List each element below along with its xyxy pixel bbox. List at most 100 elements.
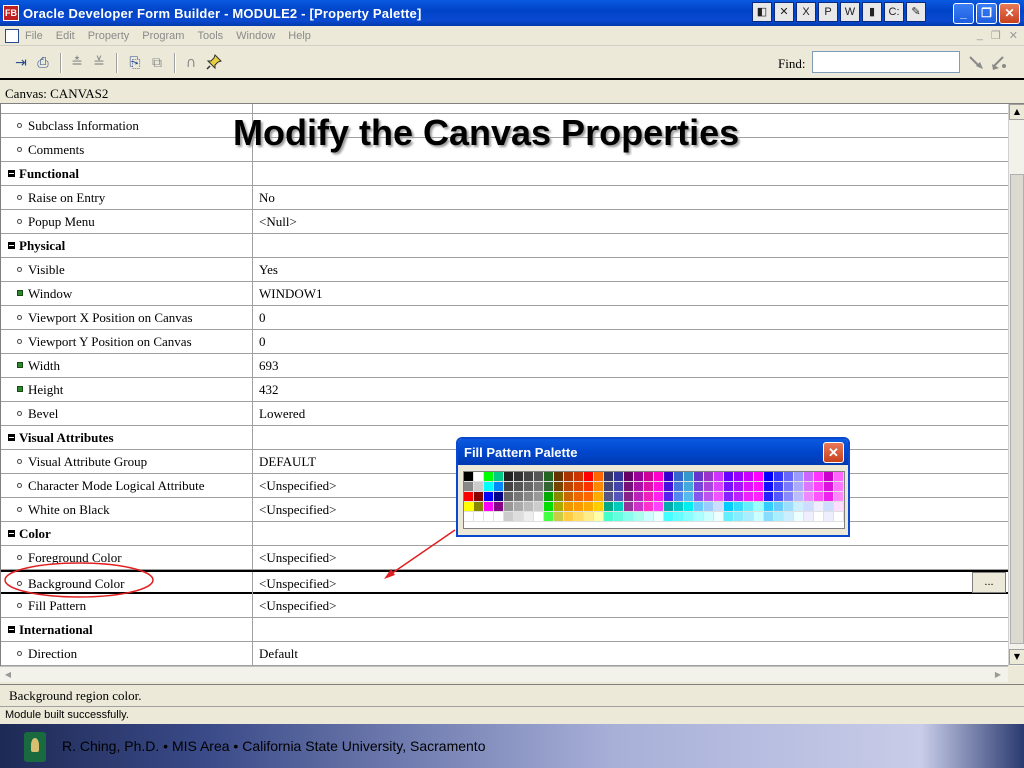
property-category[interactable]: International: [1, 618, 1008, 642]
pattern-swatch[interactable]: [694, 472, 704, 482]
pattern-swatch[interactable]: [704, 492, 714, 502]
pattern-swatch[interactable]: [704, 482, 714, 492]
pattern-swatch[interactable]: [474, 512, 484, 522]
menu-file[interactable]: File: [25, 30, 43, 42]
pattern-swatch[interactable]: [704, 512, 714, 522]
pattern-swatch[interactable]: [734, 492, 744, 502]
menu-edit[interactable]: Edit: [56, 30, 75, 42]
tray-app-icon[interactable]: ▮: [862, 2, 882, 22]
property-row[interactable]: Visible Yes: [1, 258, 1008, 282]
pattern-swatch[interactable]: [594, 512, 604, 522]
pattern-swatch[interactable]: [754, 482, 764, 492]
tray-app-icon[interactable]: ✎: [906, 2, 926, 22]
vertical-scrollbar[interactable]: ▲ ▼: [1008, 104, 1024, 666]
pattern-swatch[interactable]: [734, 482, 744, 492]
pattern-swatch[interactable]: [774, 502, 784, 512]
pattern-swatch[interactable]: [554, 472, 564, 482]
mdi-close-button[interactable]: ✕: [1009, 29, 1018, 42]
pattern-swatch[interactable]: [834, 472, 844, 482]
property-value[interactable]: Lowered: [254, 402, 1008, 426]
property-value[interactable]: Yes: [254, 258, 1008, 282]
pattern-swatch[interactable]: [544, 512, 554, 522]
pattern-swatch[interactable]: [504, 502, 514, 512]
pattern-swatch[interactable]: [644, 482, 654, 492]
pattern-swatch[interactable]: [624, 482, 634, 492]
property-row[interactable]: Window WINDOW1: [1, 282, 1008, 306]
pattern-swatch[interactable]: [474, 482, 484, 492]
pattern-swatch[interactable]: [804, 492, 814, 502]
pattern-swatch[interactable]: [574, 512, 584, 522]
pattern-swatch[interactable]: [614, 492, 624, 502]
pattern-swatch[interactable]: [704, 472, 714, 482]
pattern-swatch[interactable]: [724, 492, 734, 502]
property-value[interactable]: WINDOW1: [254, 282, 1008, 306]
pattern-swatch[interactable]: [624, 512, 634, 522]
pattern-swatch[interactable]: [544, 482, 554, 492]
pattern-swatch[interactable]: [464, 482, 474, 492]
pattern-swatch[interactable]: [764, 512, 774, 522]
pattern-swatch[interactable]: [664, 472, 674, 482]
pattern-swatch[interactable]: [584, 492, 594, 502]
property-row[interactable]: Direction Default: [1, 642, 1008, 666]
copy-properties-icon[interactable]: ⎘: [126, 54, 144, 72]
pattern-swatch[interactable]: [504, 472, 514, 482]
pattern-swatch[interactable]: [554, 512, 564, 522]
more-button[interactable]: ...: [972, 572, 1006, 593]
pattern-swatch[interactable]: [664, 502, 674, 512]
property-row[interactable]: Fill Pattern <Unspecified>: [1, 594, 1008, 618]
pattern-swatch[interactable]: [674, 512, 684, 522]
pattern-swatch[interactable]: [654, 472, 664, 482]
find-input[interactable]: [812, 51, 960, 73]
pattern-swatch[interactable]: [714, 482, 724, 492]
menu-property[interactable]: Property: [88, 30, 130, 42]
pattern-swatch[interactable]: [624, 502, 634, 512]
pattern-swatch[interactable]: [824, 482, 834, 492]
pattern-swatch[interactable]: [724, 472, 734, 482]
pattern-swatch[interactable]: [814, 482, 824, 492]
pattern-swatch[interactable]: [514, 482, 524, 492]
pattern-swatch[interactable]: [514, 512, 524, 522]
pattern-swatch[interactable]: [604, 502, 614, 512]
pattern-swatch[interactable]: [524, 512, 534, 522]
freeze-icon[interactable]: ∩: [182, 54, 200, 72]
scroll-up-arrow-icon[interactable]: ▲: [1009, 104, 1024, 120]
property-category[interactable]: Physical: [1, 234, 1008, 258]
pattern-swatch[interactable]: [724, 502, 734, 512]
pattern-swatch[interactable]: [484, 482, 494, 492]
pattern-swatch[interactable]: [644, 472, 654, 482]
property-row[interactable]: Background Color <Unspecified>...: [1, 570, 1008, 596]
pattern-swatch[interactable]: [624, 472, 634, 482]
pattern-swatch[interactable]: [754, 512, 764, 522]
pattern-swatch[interactable]: [544, 492, 554, 502]
pattern-swatch[interactable]: [614, 472, 624, 482]
pattern-swatch[interactable]: [584, 512, 594, 522]
pattern-swatch[interactable]: [504, 482, 514, 492]
menu-program[interactable]: Program: [142, 30, 184, 42]
pattern-swatch[interactable]: [534, 512, 544, 522]
tray-app-icon[interactable]: ◧: [752, 2, 772, 22]
document-icon[interactable]: [5, 28, 19, 43]
pattern-swatch[interactable]: [634, 472, 644, 482]
pattern-swatch[interactable]: [574, 492, 584, 502]
menu-tools[interactable]: Tools: [197, 30, 223, 42]
pattern-swatch[interactable]: [754, 492, 764, 502]
pattern-swatch[interactable]: [594, 482, 604, 492]
pattern-swatch[interactable]: [564, 492, 574, 502]
pattern-swatch[interactable]: [604, 482, 614, 492]
pattern-swatch[interactable]: [834, 512, 844, 522]
palette-close-button[interactable]: ✕: [823, 442, 844, 463]
pattern-swatch[interactable]: [804, 472, 814, 482]
pattern-swatch[interactable]: [484, 502, 494, 512]
pattern-swatch[interactable]: [724, 482, 734, 492]
tray-app-icon[interactable]: ✕: [774, 2, 794, 22]
property-row[interactable]: Popup Menu <Null>: [1, 210, 1008, 234]
pattern-swatch[interactable]: [554, 492, 564, 502]
union-icon[interactable]: ≚: [90, 54, 108, 72]
pattern-swatch[interactable]: [774, 472, 784, 482]
property-value[interactable]: 0: [254, 330, 1008, 354]
pattern-swatch[interactable]: [544, 502, 554, 512]
close-button[interactable]: ✕: [999, 3, 1020, 24]
pattern-swatch[interactable]: [734, 472, 744, 482]
search-prev-icon[interactable]: [990, 54, 1008, 72]
pattern-swatch[interactable]: [684, 472, 694, 482]
